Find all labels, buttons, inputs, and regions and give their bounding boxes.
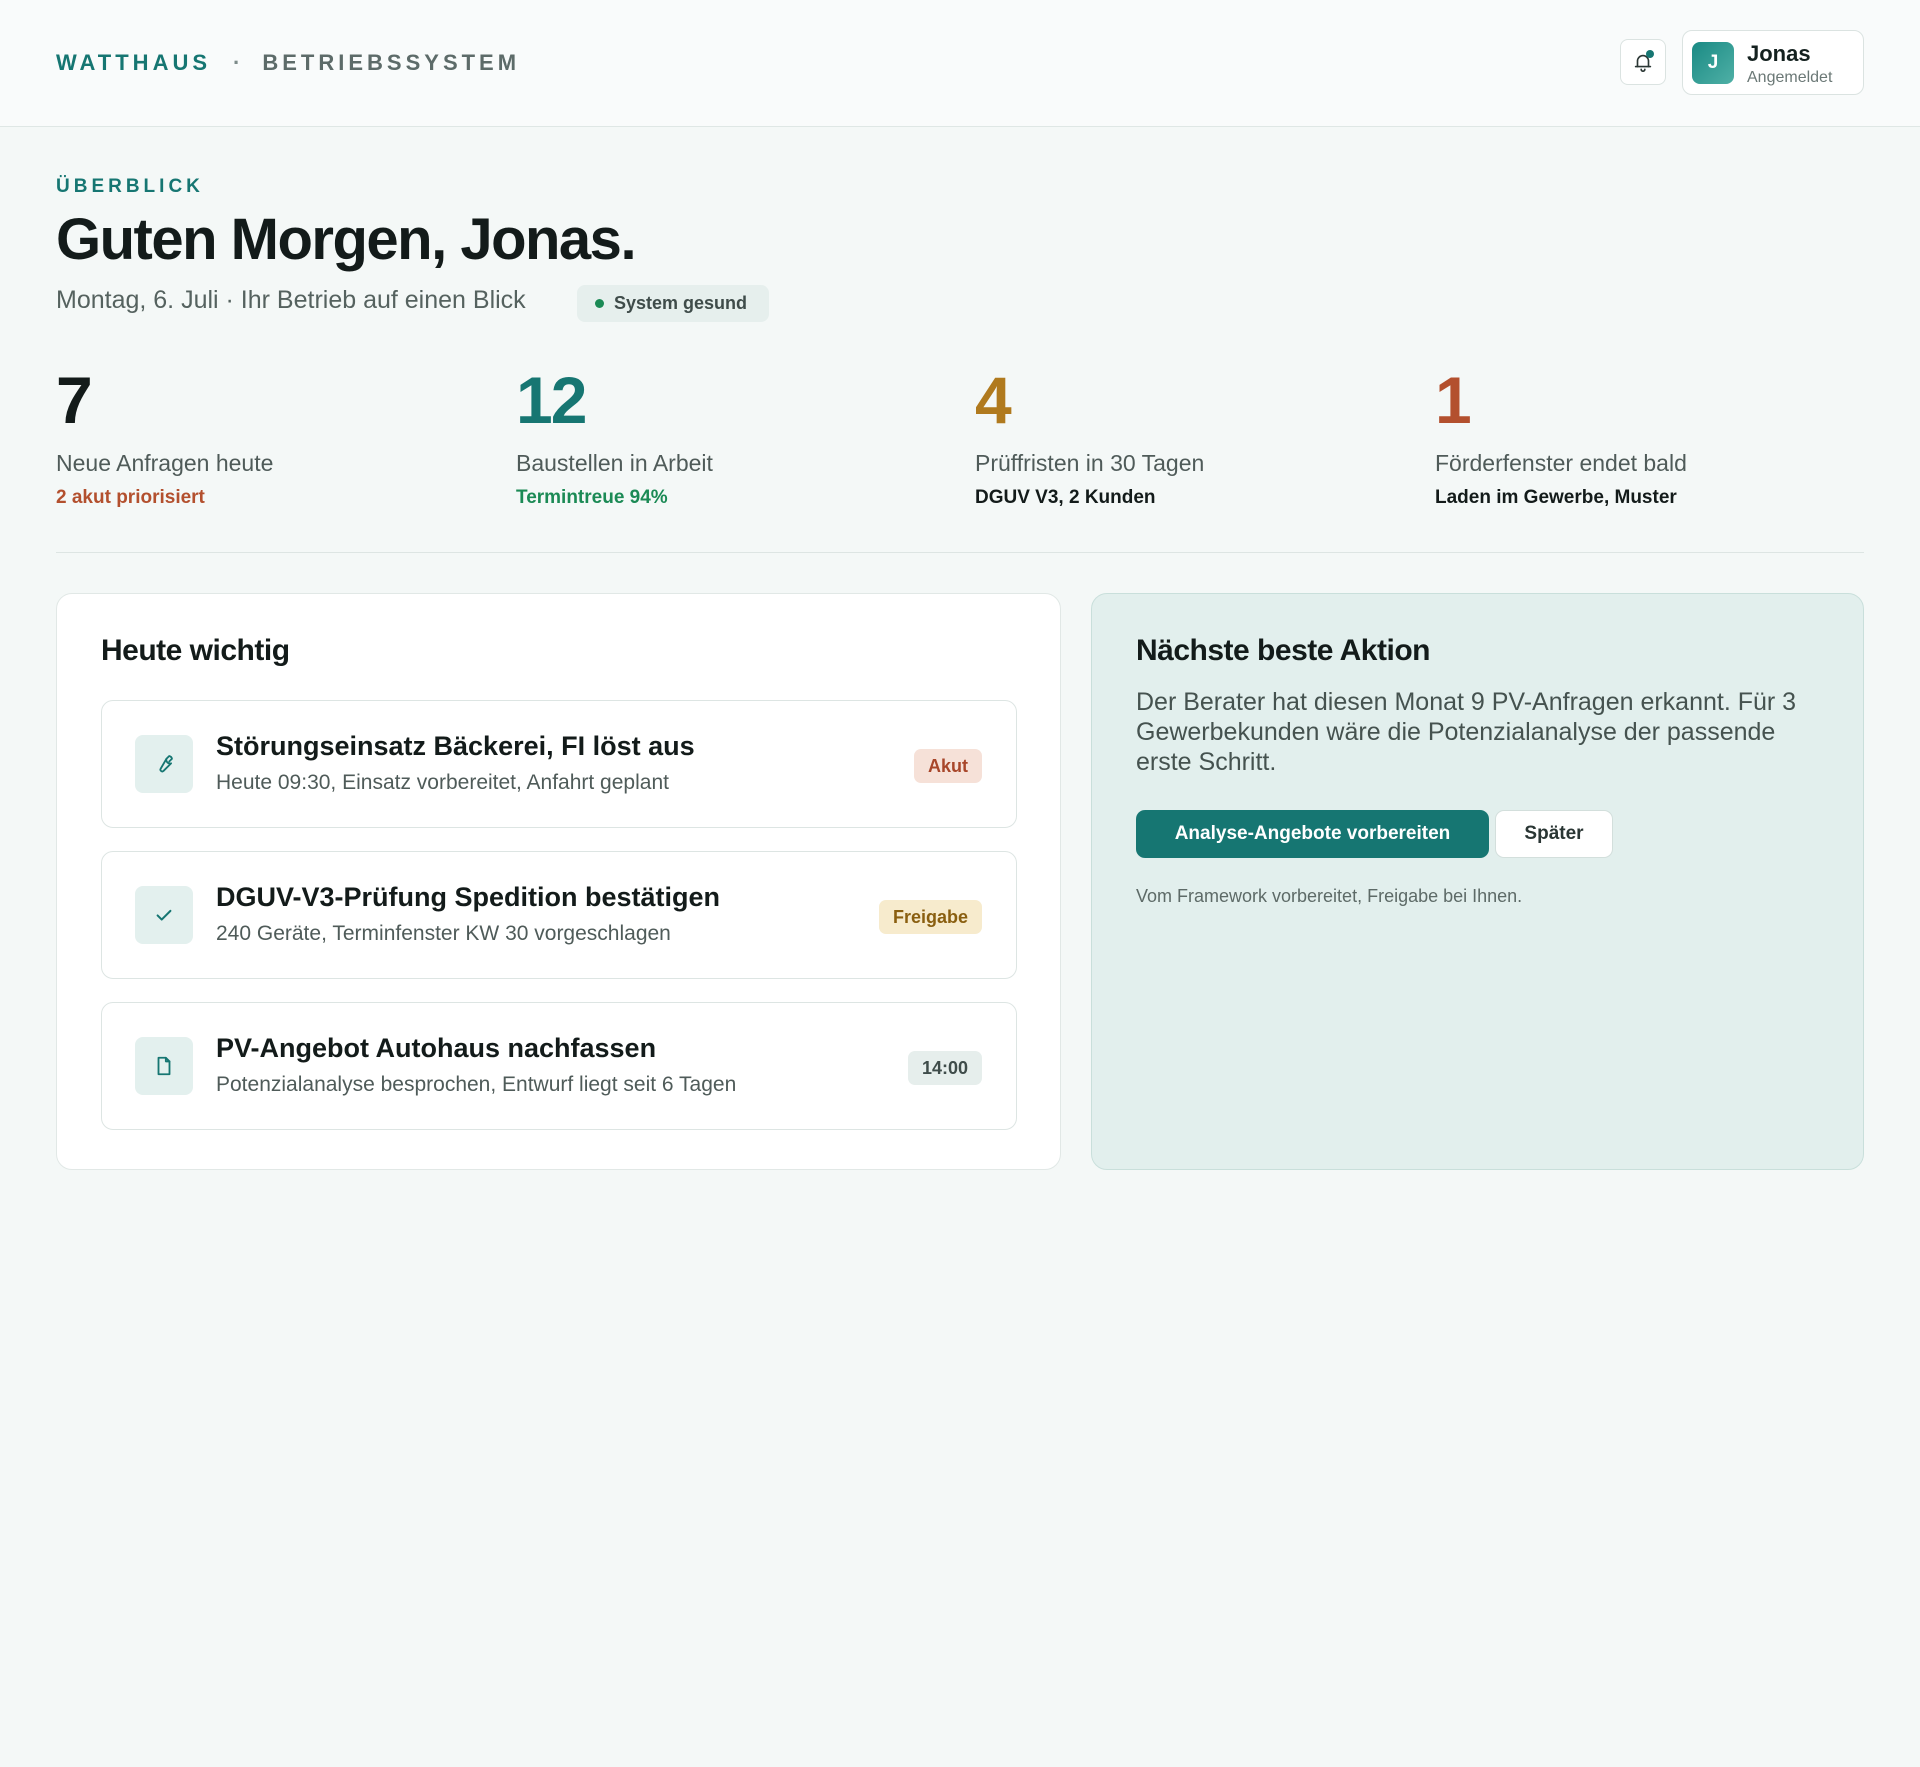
task-item[interactable]: PV-Angebot Autohaus nachfassen Potenzial… bbox=[101, 1002, 1017, 1130]
task-title: PV-Angebot Autohaus nachfassen bbox=[216, 1033, 657, 1063]
task-badge: Freigabe bbox=[878, 900, 982, 934]
stat-new-requests[interactable]: 7 Neue Anfragen heute 2 akut priorisiert bbox=[56, 362, 496, 509]
user-status: Angemeldet bbox=[1747, 69, 1833, 86]
document-icon bbox=[135, 1037, 193, 1095]
stat-label: Neue Anfragen heute bbox=[56, 450, 274, 476]
stat-value: 1 bbox=[1435, 363, 1472, 437]
page-title: Guten Morgen, Jonas. bbox=[56, 207, 637, 272]
brand-name: WATTHAUS bbox=[56, 50, 212, 75]
brand-separator: · bbox=[233, 50, 241, 75]
stat-note: 2 akut priorisiert bbox=[56, 487, 205, 508]
stat-label: Prüffristen in 30 Tagen bbox=[975, 450, 1205, 476]
stat-inspection-deadlines[interactable]: 4 Prüffristen in 30 Tagen DGUV V3, 2 Kun… bbox=[975, 362, 1415, 509]
stat-value: 7 bbox=[56, 363, 93, 437]
card-title: Nächste beste Aktion bbox=[1136, 634, 1430, 667]
task-title: Störungseinsatz Bäckerei, FI löst aus bbox=[216, 731, 695, 761]
notification-dot bbox=[1646, 50, 1654, 58]
divider bbox=[56, 552, 1864, 553]
stat-note: Termintreue 94% bbox=[516, 487, 668, 508]
user-menu[interactable]: J Jonas Angemeldet bbox=[1682, 30, 1864, 95]
task-title: DGUV-V3-Prüfung Spedition bestätigen bbox=[216, 882, 721, 912]
top-bar: WATTHAUS · BETRIEBSSYSTEM J Jonas Angeme… bbox=[0, 0, 1920, 127]
system-health-label: System gesund bbox=[614, 293, 748, 313]
stat-label: Förderfenster endet bald bbox=[1435, 450, 1687, 476]
next-best-action-card: Nächste beste Aktion Der Berater hat die… bbox=[1091, 593, 1864, 1170]
task-badge: Akut bbox=[914, 749, 982, 783]
task-meta: 240 Geräte, Terminfenster KW 30 vorgesch… bbox=[216, 922, 671, 945]
action-description: Der Berater hat diesen Monat 9 PV-Anfrag… bbox=[1136, 688, 1797, 776]
task-item[interactable]: Störungseinsatz Bäckerei, FI löst aus He… bbox=[101, 700, 1017, 828]
stat-label: Baustellen in Arbeit bbox=[516, 450, 713, 476]
today-important-card: Heute wichtig Störungseinsatz Bäckerei, … bbox=[56, 593, 1061, 1170]
brand[interactable]: WATTHAUS · BETRIEBSSYSTEM bbox=[56, 48, 520, 78]
stat-value: 4 bbox=[975, 363, 1012, 437]
stat-funding-window[interactable]: 1 Förderfenster endet bald Laden im Gewe… bbox=[1435, 362, 1875, 509]
later-button[interactable]: Später bbox=[1495, 810, 1613, 858]
check-icon bbox=[135, 886, 193, 944]
task-badge: 14:00 bbox=[907, 1051, 982, 1085]
status-dot bbox=[595, 299, 604, 308]
prepare-analysis-offers-button[interactable]: Analyse-Angebote vorbereiten bbox=[1136, 810, 1489, 858]
system-health-badge: System gesund bbox=[577, 285, 769, 322]
notifications-button[interactable] bbox=[1620, 39, 1666, 85]
stat-value: 12 bbox=[516, 363, 587, 437]
task-meta: Potenzialanalyse besprochen, Entwurf lie… bbox=[216, 1073, 737, 1096]
section-eyebrow: ÜBERBLICK bbox=[56, 176, 204, 197]
user-name: Jonas bbox=[1747, 41, 1811, 66]
stat-construction-sites[interactable]: 12 Baustellen in Arbeit Termintreue 94% bbox=[516, 362, 956, 509]
avatar: J bbox=[1692, 42, 1734, 84]
card-title: Heute wichtig bbox=[101, 634, 290, 667]
wrench-icon bbox=[135, 735, 193, 793]
action-footnote: Vom Framework vorbereitet, Freigabe bei … bbox=[1136, 886, 1523, 906]
stat-note: DGUV V3, 2 Kunden bbox=[975, 487, 1156, 508]
page-subtitle: Montag, 6. Juli · Ihr Betrieb auf einen … bbox=[56, 286, 526, 314]
task-meta: Heute 09:30, Einsatz vorbereitet, Anfahr… bbox=[216, 771, 669, 794]
stat-note: Laden im Gewerbe, Muster bbox=[1435, 487, 1677, 508]
task-item[interactable]: DGUV-V3-Prüfung Spedition bestätigen 240… bbox=[101, 851, 1017, 979]
product-name: BETRIEBSSYSTEM bbox=[262, 50, 521, 75]
